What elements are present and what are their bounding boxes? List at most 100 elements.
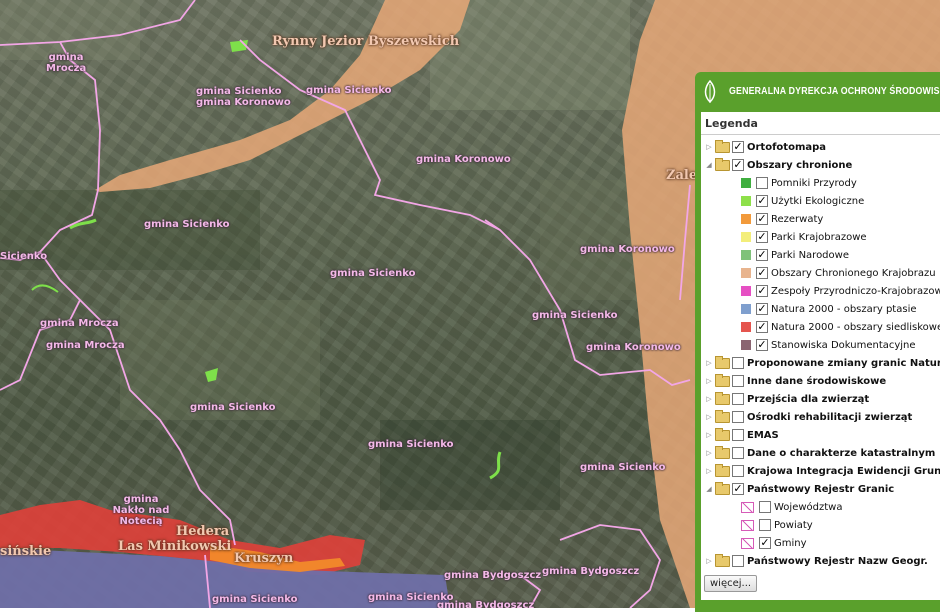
- layer-row[interactable]: ✓ Rezerwaty: [741, 210, 823, 228]
- layer-label: Inne dane środowiskowe: [747, 375, 887, 387]
- place-label: gmina Bydgoszcz: [437, 600, 535, 608]
- layer-checkbox[interactable]: ✓: [732, 483, 744, 495]
- layer-row[interactable]: Powiaty: [741, 516, 813, 534]
- expand-right-icon[interactable]: ▷: [705, 377, 713, 385]
- layer-group-row[interactable]: ▷ ✓ Ortofotomapa: [705, 138, 826, 156]
- layer-row[interactable]: ✓ Parki Krajobrazowe: [741, 228, 867, 246]
- layer-row[interactable]: ✓ Stanowiska Dokumentacyjne: [741, 336, 916, 354]
- expand-right-icon[interactable]: ▷: [705, 395, 713, 403]
- place-label: gmina Nakło nad Notecią: [112, 494, 170, 527]
- layer-checkbox[interactable]: [732, 357, 744, 369]
- protected-landscape-area-river: [95, 0, 470, 192]
- place-label: gmina Sicienko: [368, 439, 454, 450]
- place-label: gmina Koronowo: [580, 244, 675, 255]
- layer-checkbox[interactable]: [732, 465, 744, 477]
- expand-right-icon[interactable]: ▷: [705, 449, 713, 457]
- leaf-logo-icon: [704, 80, 716, 104]
- place-label: gmina Sicienko: [144, 219, 230, 230]
- place-label: gmina Sicienko: [190, 402, 276, 413]
- expand-right-icon[interactable]: ▷: [705, 413, 713, 421]
- layer-checkbox[interactable]: ✓: [756, 249, 768, 261]
- legend-body[interactable]: Legenda ▷ ✓ Ortofotomapa ◢ ✓ Obszary chronion…: [701, 112, 940, 600]
- place-label: Rynny Jezior Byszewskich: [272, 34, 460, 49]
- layer-checkbox[interactable]: ✓: [756, 267, 768, 279]
- place-label: gmina Bydgoszcz: [542, 566, 640, 577]
- layer-checkbox[interactable]: ✓: [756, 321, 768, 333]
- layer-label: Obszary Chronionego Krajobrazu: [771, 267, 936, 279]
- folder-icon: [715, 157, 730, 171]
- layer-checkbox[interactable]: ✓: [756, 195, 768, 207]
- ecological-patch-4: [31, 284, 59, 293]
- layer-group-row[interactable]: ▷ Ośrodki rehabilitacji zwierząt: [705, 408, 912, 426]
- layer-checkbox[interactable]: ✓: [756, 231, 768, 243]
- expand-down-icon[interactable]: ◢: [705, 485, 713, 493]
- layer-label: Natura 2000 - obszary ptasie: [771, 303, 917, 315]
- place-label: Kruszyn: [234, 551, 294, 566]
- layer-checkbox[interactable]: [732, 429, 744, 441]
- folder-icon: [715, 373, 730, 387]
- layer-group-row[interactable]: ◢ ✓ Obszary chronione: [705, 156, 852, 174]
- expand-right-icon[interactable]: ▷: [705, 431, 713, 439]
- layer-group-row[interactable]: ▷ Inne dane środowiskowe: [705, 372, 886, 390]
- layer-checkbox[interactable]: [732, 375, 744, 387]
- layer-row[interactable]: ✓ Użytki Ekologiczne: [741, 192, 864, 210]
- layer-checkbox[interactable]: [759, 501, 771, 513]
- color-swatch-icon: [741, 196, 751, 206]
- layer-checkbox[interactable]: ✓: [732, 141, 744, 153]
- layer-group-row[interactable]: ◢ ✓ Państwowy Rejestr Granic: [705, 480, 894, 498]
- expand-right-icon[interactable]: ▷: [705, 359, 713, 367]
- more-button[interactable]: więcej...: [704, 575, 758, 592]
- place-label: gmina Sicienko: [212, 594, 298, 605]
- layer-label: Ortofotomapa: [747, 141, 827, 153]
- place-label: gmina Mrocza: [46, 340, 125, 351]
- layer-label: Rezerwaty: [771, 213, 824, 225]
- layer-label: Proponowane zmiany granic Natura 2: [747, 357, 940, 369]
- layer-label: Województwa: [774, 501, 843, 513]
- layer-checkbox[interactable]: [732, 393, 744, 405]
- layer-checkbox[interactable]: ✓: [756, 303, 768, 315]
- layer-checkbox[interactable]: ✓: [756, 285, 768, 297]
- layer-row[interactable]: Województwa: [741, 498, 842, 516]
- place-label: gmina Sicienko: [196, 86, 282, 97]
- layer-checkbox[interactable]: [759, 519, 771, 531]
- layer-group-row[interactable]: ▷ EMAS: [705, 426, 779, 444]
- layer-row[interactable]: Pomniki Przyrody: [741, 174, 857, 192]
- layer-checkbox[interactable]: ✓: [756, 339, 768, 351]
- layer-label: Pomniki Przyrody: [771, 177, 857, 189]
- layer-group-row[interactable]: ▷ Przejścia dla zwierząt: [705, 390, 869, 408]
- layer-row[interactable]: ✓ Zespoły Przyrodniczo-Krajobrazowe: [741, 282, 940, 300]
- color-swatch-icon: [741, 340, 751, 350]
- folder-icon: [715, 481, 730, 495]
- layer-row[interactable]: ✓ Natura 2000 - obszary siedliskowe: [741, 318, 940, 336]
- expand-right-icon[interactable]: ▷: [705, 467, 713, 475]
- layer-checkbox[interactable]: [732, 447, 744, 459]
- layer-checkbox[interactable]: [732, 555, 744, 567]
- layer-group-row[interactable]: ▷ Państwowy Rejestr Nazw Geogr.: [705, 552, 928, 570]
- layer-label: Natura 2000 - obszary siedliskowe: [771, 321, 940, 333]
- layer-checkbox[interactable]: [732, 411, 744, 423]
- layer-row[interactable]: ✓ Gminy: [741, 534, 807, 552]
- layer-group-row[interactable]: ▷ Krajowa Integracja Ewidencji Gruntów: [705, 462, 940, 480]
- layer-label: Parki Krajobrazowe: [771, 231, 867, 243]
- layer-label: Zespoły Przyrodniczo-Krajobrazowe: [771, 285, 940, 297]
- layer-checkbox[interactable]: [756, 177, 768, 189]
- color-swatch-icon: [741, 250, 751, 260]
- layer-row[interactable]: ✓ Natura 2000 - obszary ptasie: [741, 300, 917, 318]
- boundary-icon: [741, 501, 754, 513]
- place-label: gmina Bydgoszcz: [444, 570, 542, 581]
- expand-right-icon[interactable]: ▷: [705, 143, 713, 151]
- folder-icon: [715, 427, 730, 441]
- layer-checkbox[interactable]: ✓: [759, 537, 771, 549]
- layer-row[interactable]: ✓ Obszary Chronionego Krajobrazu: [741, 264, 936, 282]
- layer-group-row[interactable]: ▷ Proponowane zmiany granic Natura 2: [705, 354, 940, 372]
- place-label: gmina Koronowo: [586, 342, 681, 353]
- layer-label: Powiaty: [774, 519, 813, 531]
- layer-row[interactable]: ✓ Parki Narodowe: [741, 246, 849, 264]
- expand-right-icon[interactable]: ▷: [705, 557, 713, 565]
- expand-down-icon[interactable]: ◢: [705, 161, 713, 169]
- layer-group-row[interactable]: ▷ Dane o charakterze katastralnym: [705, 444, 935, 462]
- color-swatch-icon: [741, 286, 751, 296]
- place-label: gmina Mrocza: [40, 318, 119, 329]
- layer-checkbox[interactable]: ✓: [756, 213, 768, 225]
- layer-checkbox[interactable]: ✓: [732, 159, 744, 171]
